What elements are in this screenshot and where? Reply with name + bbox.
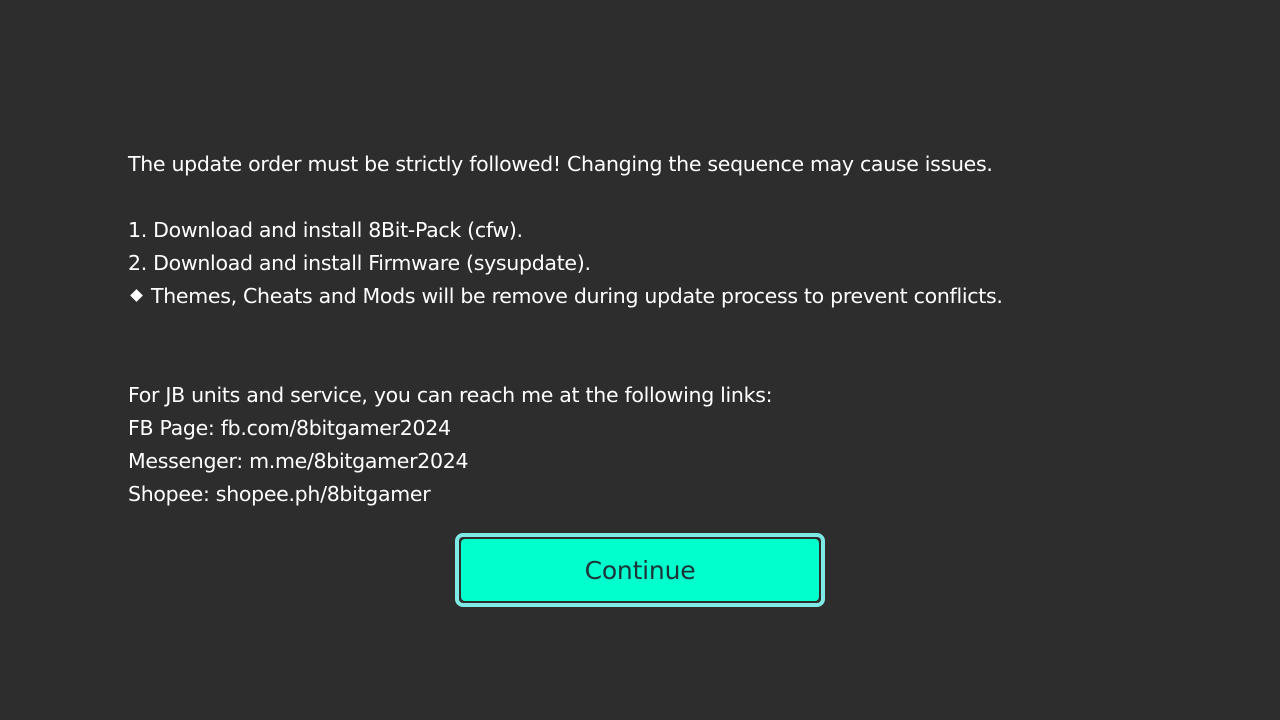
fb-page-text: FB Page: fb.com/8bitgamer2024 (128, 416, 451, 440)
messenger-text: Messenger: m.me/8bitgamer2024 (128, 449, 469, 473)
warning-text: The update order must be strictly follow… (128, 152, 993, 176)
continue-button-face[interactable]: Continue (461, 539, 819, 601)
step-2-text: 2. Download and install Firmware (sysupd… (128, 251, 591, 275)
note-text: Themes, Cheats and Mods will be remove d… (151, 284, 1003, 308)
contact-info: For JB units and service, you can reach … (128, 379, 1158, 511)
contact-intro-text: For JB units and service, you can reach … (128, 383, 773, 407)
note-line: Themes, Cheats and Mods will be remove d… (128, 280, 1158, 313)
continue-button-label: Continue (584, 555, 696, 585)
step-1-text: 1. Download and install 8Bit-Pack (cfw). (128, 218, 523, 242)
update-instructions: The update order must be strictly follow… (128, 148, 1158, 313)
shopee-text: Shopee: shopee.ph/8bitgamer (128, 482, 431, 506)
continue-button[interactable]: Continue (455, 533, 825, 607)
diamond-bullet-icon (130, 289, 143, 302)
